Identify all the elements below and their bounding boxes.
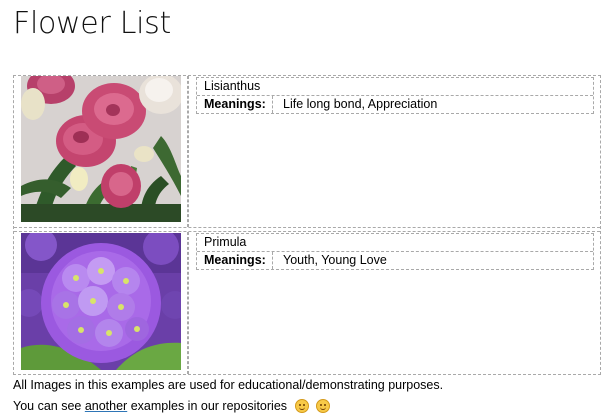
image-cell	[14, 232, 188, 374]
meanings-row: Meanings: Youth, Young Love	[197, 252, 593, 269]
footer-text-after: examples in our repositories	[127, 399, 288, 413]
flower-name: Primula	[197, 234, 593, 252]
flower-table: Lisianthus Meanings: Life long bond, App…	[13, 75, 601, 375]
smiling-face-emoji-icon	[316, 399, 330, 413]
meanings-value: Youth, Young Love	[283, 253, 387, 267]
page-title: Flower List	[13, 6, 171, 41]
footer-note: All Images in this examples are used for…	[13, 378, 444, 392]
meanings-value: Life long bond, Appreciation	[283, 97, 438, 111]
flower-details: Primula Meanings: Youth, Young Love	[196, 233, 594, 270]
another-link[interactable]: another	[85, 399, 127, 413]
smiling-face-emoji-icon	[294, 399, 309, 413]
flower-details: Lisianthus Meanings: Life long bond, App…	[196, 77, 594, 114]
info-cell: Primula Meanings: Youth, Young Love	[188, 232, 600, 374]
table-row: Lisianthus Meanings: Life long bond, App…	[14, 76, 600, 228]
meanings-row: Meanings: Life long bond, Appreciation	[197, 96, 593, 113]
table-row: Primula Meanings: Youth, Young Love	[14, 231, 600, 374]
meanings-label: Meanings:	[197, 252, 273, 269]
footer-repositories-line: You can see another examples in our repo…	[13, 397, 330, 415]
footer-text-before: You can see	[13, 399, 85, 413]
meanings-label: Meanings:	[197, 96, 273, 113]
image-cell	[14, 76, 188, 227]
lisianthus-image	[21, 76, 181, 222]
primula-image	[21, 233, 181, 370]
info-cell: Lisianthus Meanings: Life long bond, App…	[188, 76, 600, 227]
flower-name: Lisianthus	[197, 78, 593, 96]
